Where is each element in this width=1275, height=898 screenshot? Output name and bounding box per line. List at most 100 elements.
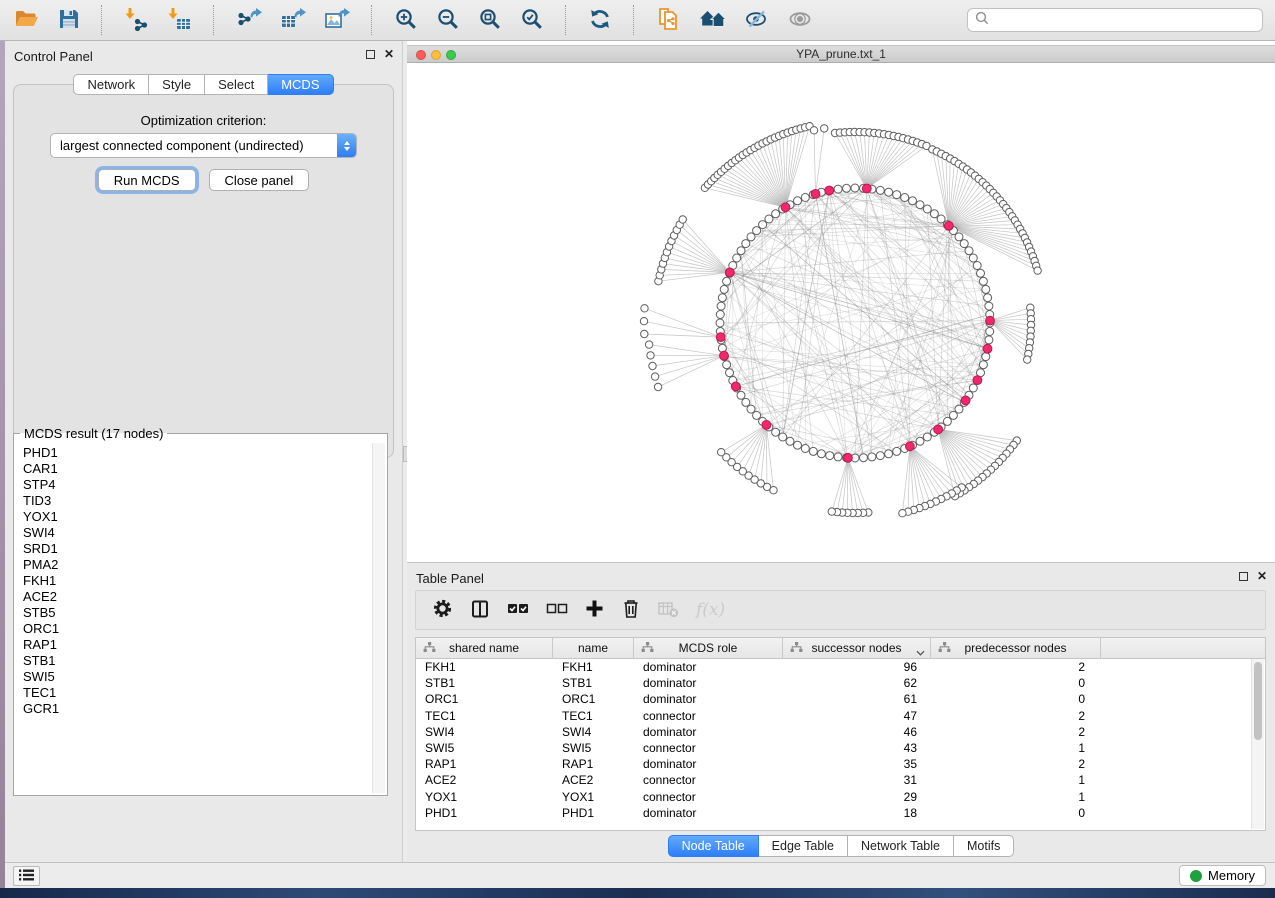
tab-node-table[interactable]: Node Table (668, 835, 759, 857)
mcds-result-list: PHD1CAR1STP4TID3YOX1SWI4SRD1PMA2FKH1ACE2… (14, 443, 371, 793)
table-cell: 47 (783, 709, 931, 723)
run-mcds-button[interactable]: Run MCDS (98, 169, 196, 191)
tab-mcds[interactable]: MCDS (268, 74, 333, 95)
import-table-button[interactable] (165, 5, 194, 36)
mcds-result-item: YOX1 (23, 509, 371, 525)
column-header-shared-name[interactable]: shared name (416, 638, 553, 658)
table-cell: PHD1 (553, 806, 634, 820)
mcds-result-item: ORC1 (23, 621, 371, 637)
optimization-criterion-label: Optimization criterion: (14, 113, 393, 128)
home-view-button[interactable] (697, 6, 729, 35)
deselect-all-columns-button[interactable] (546, 599, 568, 621)
column-type-icon (641, 642, 654, 656)
table-cell: FKH1 (416, 660, 553, 674)
criterion-dropdown[interactable]: largest connected component (undirected) (50, 133, 357, 158)
mcds-scrollbar[interactable] (372, 443, 385, 793)
column-header-mcds-role[interactable]: MCDS role (634, 638, 783, 658)
table-cell: dominator (634, 725, 783, 739)
zoom-in-button[interactable] (392, 5, 420, 36)
tab-network-table[interactable]: Network Table (848, 835, 954, 857)
network-canvas[interactable] (407, 63, 1275, 562)
hide-selected-button[interactable] (743, 7, 772, 34)
search-icon (975, 11, 989, 30)
column-header-successor-nodes[interactable]: successor nodes (783, 638, 931, 658)
table-row[interactable]: STB1STB1dominator620 (416, 675, 1265, 691)
export-network-button[interactable] (234, 5, 264, 36)
mcds-result-title: MCDS result (17 nodes) (20, 426, 167, 441)
import-network-button[interactable] (122, 5, 151, 36)
table-row[interactable]: ACE2ACE2connector311 (416, 772, 1265, 788)
table-cell: SWI4 (553, 725, 634, 739)
tab-select[interactable]: Select (205, 74, 268, 95)
table-cell: RAP1 (553, 757, 634, 771)
column-header-predecessor-nodes[interactable]: predecessor nodes (931, 638, 1101, 658)
toolbar-separator (371, 5, 373, 35)
export-image-button[interactable] (322, 5, 352, 36)
maximize-window-button[interactable] (446, 50, 456, 60)
minimize-window-button[interactable] (431, 50, 441, 60)
tab-edge-table[interactable]: Edge Table (759, 835, 848, 857)
table-cell: TEC1 (553, 709, 634, 723)
table-row[interactable]: RAP1RAP1dominator352 (416, 756, 1265, 772)
network-window: YPA_prune.txt_1 (407, 41, 1275, 562)
table-toolbar: f(x) (415, 590, 1266, 630)
float-panel-icon[interactable] (1239, 572, 1248, 581)
save-disk-icon (58, 8, 80, 33)
table-cell: dominator (634, 757, 783, 771)
application-window: Control Panel ✕ NetworkStyleSelectMCDS O… (0, 0, 1275, 898)
checked-boxes-icon (507, 599, 529, 621)
table-row[interactable]: ORC1ORC1dominator610 (416, 691, 1265, 707)
close-panel-icon[interactable]: ✕ (384, 48, 394, 60)
mcds-result-item: RAP1 (23, 637, 371, 653)
table-row[interactable]: SWI5SWI5connector431 (416, 740, 1265, 756)
table-cell: ORC1 (553, 692, 634, 706)
table-row[interactable]: SWI4SWI4dominator462 (416, 724, 1265, 740)
close-panel-button[interactable]: Close panel (209, 169, 310, 191)
show-all-button[interactable] (786, 7, 815, 34)
table-cell: STB1 (553, 676, 634, 690)
table-row[interactable]: FKH1FKH1dominator962 (416, 659, 1265, 675)
export-image-icon (324, 7, 350, 34)
column-header-name[interactable]: name (553, 638, 634, 658)
table-settings-button[interactable] (432, 598, 453, 622)
close-window-button[interactable] (416, 50, 426, 60)
zoom-selected-button[interactable] (518, 5, 546, 36)
show-columns-button[interactable] (470, 599, 490, 622)
memory-button[interactable]: Memory (1179, 865, 1266, 886)
tab-style[interactable]: Style (149, 74, 205, 95)
table-row[interactable]: PHD1PHD1dominator180 (416, 805, 1265, 821)
table-cell: 2 (931, 757, 1101, 771)
select-all-columns-button[interactable] (507, 599, 529, 621)
refresh-button[interactable] (586, 5, 614, 36)
delete-table-button (658, 599, 679, 621)
ui-settings-menu-button[interactable] (13, 866, 40, 886)
mcds-result-item: SRD1 (23, 541, 371, 557)
table-scrollbar-thumb[interactable] (1254, 662, 1262, 740)
export-table-button[interactable] (278, 5, 308, 36)
table-cell: dominator (634, 692, 783, 706)
table-scrollbar[interactable] (1251, 659, 1264, 829)
table-cell: 96 (783, 660, 931, 674)
table-row[interactable]: TEC1TEC1connector472 (416, 708, 1265, 724)
zoom-out-button[interactable] (434, 5, 462, 36)
table-cell: 2 (931, 660, 1101, 674)
search-input[interactable] (994, 12, 1255, 28)
create-column-button[interactable] (585, 599, 604, 621)
table-cell: RAP1 (416, 757, 553, 771)
refresh-icon (588, 7, 612, 34)
tab-network[interactable]: Network (73, 74, 149, 95)
close-panel-icon[interactable]: ✕ (1257, 570, 1267, 582)
open-file-button[interactable] (12, 6, 42, 35)
status-bar: Memory (5, 862, 1275, 888)
delete-column-button[interactable] (621, 598, 641, 622)
table-cell: TEC1 (416, 709, 553, 723)
clone-network-button[interactable] (654, 5, 683, 36)
table-cell: FKH1 (553, 660, 634, 674)
table-panel-tabs: Node TableEdge TableNetwork TableMotifs (407, 835, 1275, 857)
save-button[interactable] (56, 6, 82, 35)
zoom-fit-button[interactable] (476, 5, 504, 36)
tab-motifs[interactable]: Motifs (954, 835, 1014, 857)
float-panel-icon[interactable] (366, 50, 375, 59)
table-row[interactable]: YOX1YOX1connector291 (416, 789, 1265, 805)
trash-icon (621, 598, 641, 622)
